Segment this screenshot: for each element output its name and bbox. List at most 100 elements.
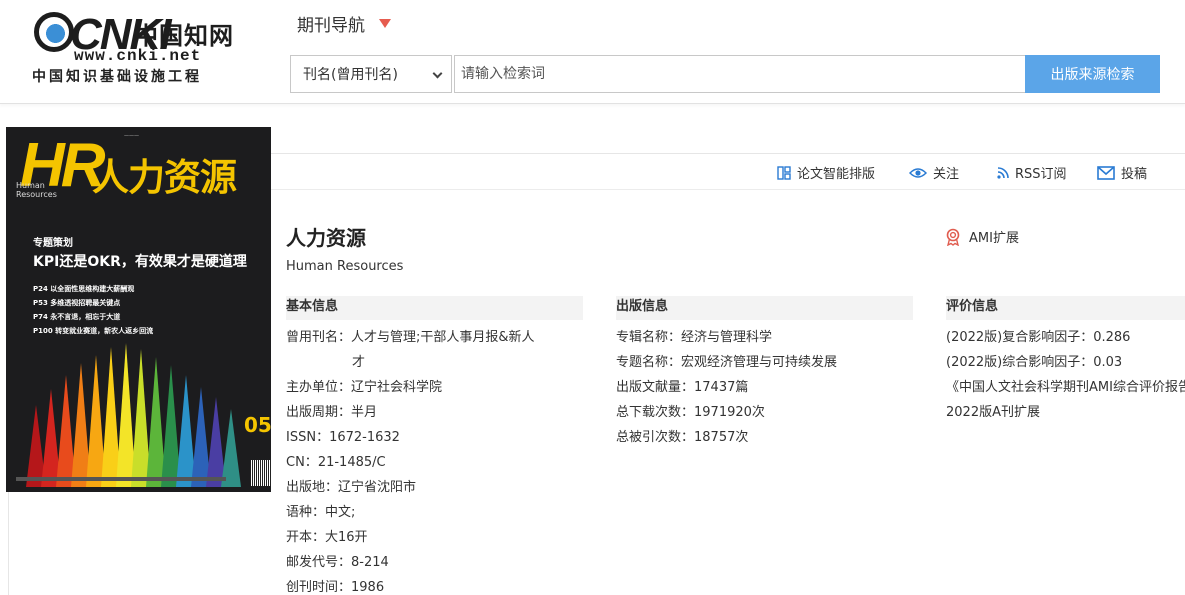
- row-value: 1672-1632: [329, 430, 400, 445]
- row-value: 21-1485/C: [317, 455, 386, 470]
- basic-info-row: 出版周期：半月: [286, 400, 377, 425]
- basic-info-row: 语种：中文;: [286, 500, 355, 525]
- logo-tagline: 中国知识基础设施工程: [32, 69, 202, 85]
- journal-cover-image: ——— HR 人力资源 Human Resources 专题策划 KPI还是OK…: [6, 127, 271, 492]
- basic-info-row: 主办单位：辽宁社会科学院: [286, 375, 442, 400]
- smart-layout-button[interactable]: 论文智能排版: [777, 163, 875, 182]
- publish-info-row: 出版文献量：17437篇: [616, 375, 748, 400]
- evaluation-info-row: 《中国人文社会科学期刊AMI综合评价报告: [946, 375, 1185, 400]
- row-label: 总下载次数：: [616, 405, 695, 420]
- logo-brand-zh: 中国知网: [134, 21, 234, 50]
- row-value: 2022版A刊扩展: [946, 405, 1040, 420]
- evaluation-info-row: (2022版)复合影响因子：0.286: [946, 325, 1130, 350]
- source-search-button[interactable]: 出版来源检索: [1025, 55, 1160, 93]
- row-label: ISSN：: [286, 430, 330, 445]
- row-value: 才: [352, 355, 366, 370]
- smart-layout-label: 论文智能排版: [797, 167, 876, 182]
- row-label: 语种：: [286, 505, 326, 520]
- follow-label: 关注: [933, 167, 960, 182]
- caret-down-icon: [379, 19, 391, 28]
- row-label: 出版文献量：: [616, 380, 695, 395]
- basic-info-row: ISSN：1672-1632: [286, 425, 400, 450]
- evaluation-info-row: (2022版)综合影响因子：0.03: [946, 350, 1122, 375]
- follow-button[interactable]: 关注: [909, 163, 959, 182]
- row-value: 8-214: [351, 555, 389, 570]
- basic-info-row: CN：21-1485/C: [286, 450, 386, 475]
- search-field-value: 刊名(曾用刊名): [303, 67, 398, 83]
- ami-label: AMI扩展: [969, 231, 1019, 246]
- basic-info-row: 曾用刊名：人才与管理;干部人事月报&新人: [286, 325, 535, 350]
- basic-info-heading: 基本信息: [286, 296, 583, 320]
- publish-info-row: 总被引次数：18757次: [616, 425, 748, 450]
- journal-nav-label: 期刊导航: [297, 16, 365, 36]
- cover-issue-number: 05: [244, 413, 271, 437]
- journal-title: 人力资源: [286, 226, 366, 250]
- row-label: (2022版)复合影响因子：: [946, 330, 1094, 345]
- mail-icon: [1097, 165, 1115, 180]
- colored-pencils-illustration: [26, 343, 241, 487]
- publish-info-heading: 出版信息: [616, 296, 913, 320]
- row-value: 1971920次: [694, 405, 765, 420]
- row-label: 专题名称：: [616, 355, 682, 370]
- rss-button[interactable]: RSS订阅: [997, 163, 1067, 182]
- row-label: (2022版)综合影响因子：: [946, 355, 1094, 370]
- row-value: 1986: [351, 580, 385, 595]
- logo-url: www.cnki.net: [74, 47, 202, 65]
- cover-footer-strip: [16, 477, 226, 481]
- publish-info-row: 专题名称：宏观经济管理与可持续发展: [616, 350, 837, 375]
- cover-line: P24 以全面性思维构建大薪酬观: [33, 285, 135, 293]
- publish-info-row: 专辑名称：经济与管理科学: [616, 325, 772, 350]
- row-label: 出版周期：: [286, 405, 352, 420]
- row-label: CN：: [286, 455, 318, 470]
- basic-info-row: 创刊时间：1986: [286, 575, 384, 595]
- cover-title: 人力资源: [92, 156, 237, 199]
- cover-headline: KPI还是OKR，有效果才是硬道理: [33, 254, 247, 270]
- search-field-select[interactable]: 刊名(曾用刊名): [290, 55, 452, 93]
- row-label: 总被引次数：: [616, 430, 695, 445]
- row-value: 中文;: [325, 505, 356, 520]
- rss-icon: [997, 166, 1009, 179]
- evaluation-info-row: 2022版A刊扩展: [946, 400, 1040, 425]
- row-value: 辽宁省沈阳市: [338, 480, 417, 495]
- row-label: 出版地：: [286, 480, 339, 495]
- row-value: 0.03: [1093, 355, 1123, 370]
- row-value: 经济与管理科学: [681, 330, 773, 345]
- journal-nav-menu[interactable]: 期刊导航: [297, 11, 391, 36]
- ami-report-link[interactable]: 《中国人文社会科学期刊AMI综合评价报告: [946, 380, 1185, 395]
- basic-info-row: 邮发代号：8-214: [286, 550, 389, 575]
- row-label: 开本：: [286, 530, 326, 545]
- row-label: 创刊时间：: [286, 580, 352, 595]
- layout-icon: [777, 165, 791, 180]
- search-input[interactable]: [454, 55, 1026, 93]
- cover-line: P74 永不言退，相忘于大道: [33, 313, 121, 321]
- row-label: 专辑名称：: [616, 330, 682, 345]
- basic-info-row: 开本：大16开: [286, 525, 368, 550]
- cnki-logo[interactable]: CNKI 中国知网 www.cnki.net 中国知识基础设施工程: [30, 10, 235, 85]
- ami-extension-badge[interactable]: AMI扩展: [945, 227, 1019, 246]
- cover-kicker: 专题策划: [33, 238, 73, 249]
- barcode-icon: [251, 460, 271, 486]
- basic-info-row: 才: [352, 350, 365, 375]
- row-value: 17437篇: [694, 380, 749, 395]
- publish-info-row: 总下载次数：1971920次: [616, 400, 765, 425]
- row-value: 宏观经济管理与可持续发展: [681, 355, 838, 370]
- row-value: 0.286: [1093, 330, 1131, 345]
- row-value: 大16开: [325, 530, 368, 545]
- globe-icon: [34, 12, 74, 52]
- row-value: 半月: [351, 405, 378, 420]
- row-value: 人才与管理;干部人事月报&新人: [351, 330, 535, 345]
- row-label: 曾用刊名：: [286, 330, 352, 345]
- cover-english: Human Resources: [16, 181, 57, 199]
- eye-icon: [909, 167, 927, 178]
- journal-english-title: Human Resources: [286, 259, 404, 274]
- chevron-down-icon: [432, 68, 443, 79]
- evaluation-info-heading: 评价信息: [946, 296, 1185, 320]
- submit-button[interactable]: 投稿: [1097, 163, 1147, 182]
- rss-label: RSS订阅: [1015, 167, 1067, 182]
- basic-info-row: 出版地：辽宁省沈阳市: [286, 475, 416, 500]
- cover-topline: ———: [124, 133, 139, 139]
- row-value: 辽宁社会科学院: [351, 380, 443, 395]
- row-label: 主办单位：: [286, 380, 352, 395]
- site-header: CNKI 中国知网 www.cnki.net 中国知识基础设施工程 期刊导航 刊…: [0, 0, 1185, 104]
- row-value: 18757次: [694, 430, 749, 445]
